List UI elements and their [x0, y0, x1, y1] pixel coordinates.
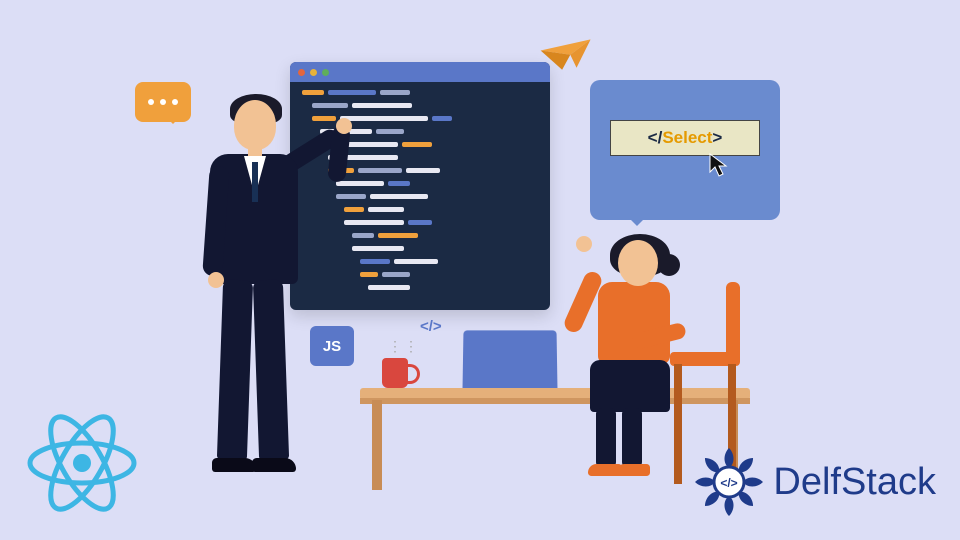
dot-icon: [160, 99, 166, 105]
person-standing: [170, 100, 340, 490]
delfstack-brand: </> DelfStack: [693, 446, 936, 518]
brand-emblem-icon: </>: [693, 446, 765, 518]
speech-bubble: </Select>: [590, 80, 780, 220]
react-logo-icon: [22, 408, 142, 523]
window-chrome: [290, 62, 550, 82]
select-tag-box: </Select>: [610, 120, 760, 156]
select-keyword: Select: [662, 128, 712, 148]
laptop-icon: [463, 330, 565, 394]
brand-glyph: </>: [721, 476, 738, 490]
cursor-icon: [708, 152, 730, 183]
dot-icon: [148, 99, 154, 105]
brand-name-strong: Delf: [773, 461, 841, 503]
coffee-mug-icon: [382, 358, 408, 388]
desk-leg: [372, 400, 382, 490]
window-dot-close-icon: [298, 69, 305, 76]
illustration-stage: </Select> JS </> ⋮⋮: [0, 0, 960, 540]
angle-open: <: [648, 128, 658, 148]
steam-icon: ⋮⋮: [388, 338, 420, 355]
window-dot-max-icon: [322, 69, 329, 76]
code-tag-icon: </>: [420, 318, 442, 335]
brand-name: DelfStack: [773, 461, 936, 504]
paper-plane-icon: [537, 33, 592, 81]
angle-close: >: [712, 128, 722, 148]
brand-name-light: Stack: [841, 461, 936, 503]
window-dot-min-icon: [310, 69, 317, 76]
